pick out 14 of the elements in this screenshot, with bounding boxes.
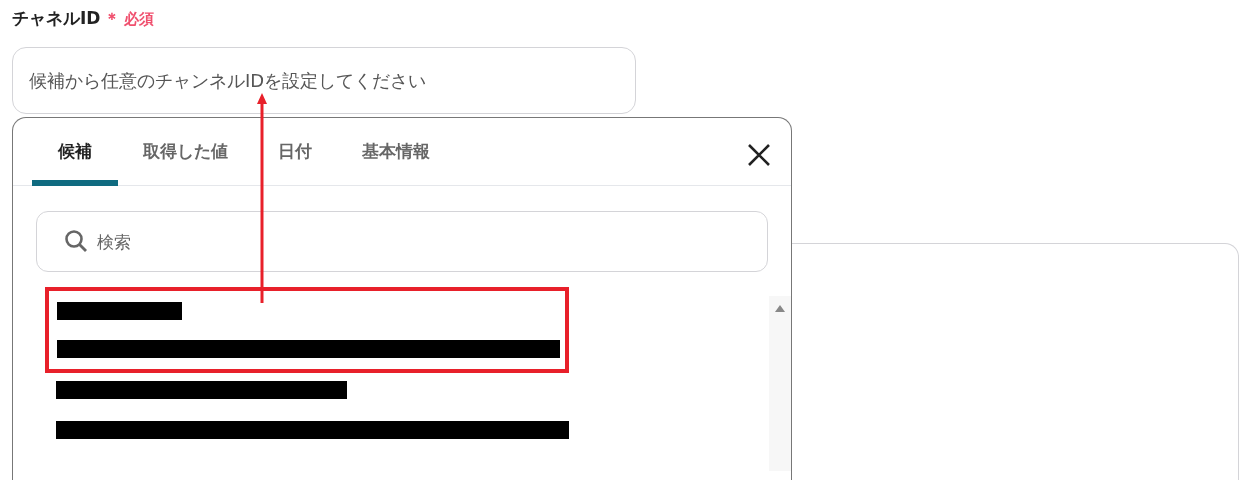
channel-id-field[interactable]: 候補から任意のチャンネルIDを設定してください — [12, 47, 636, 114]
tab[interactable]: 取得した値 — [118, 118, 253, 186]
search-icon — [64, 229, 88, 253]
close-icon[interactable] — [747, 143, 771, 167]
option-item[interactable] — [45, 287, 569, 373]
scroll-up-icon[interactable] — [775, 305, 785, 312]
field-label: チャネルID — [12, 7, 101, 31]
tab[interactable]: 日付 — [253, 118, 337, 186]
tab[interactable]: 候補 — [32, 118, 118, 186]
tab[interactable]: 基本情報 — [337, 118, 455, 186]
required-text: 必須 — [124, 8, 155, 30]
scrollbar[interactable] — [769, 296, 791, 471]
search-field[interactable]: 検索 — [36, 211, 768, 272]
required-asterisk: ＊ — [104, 8, 121, 30]
